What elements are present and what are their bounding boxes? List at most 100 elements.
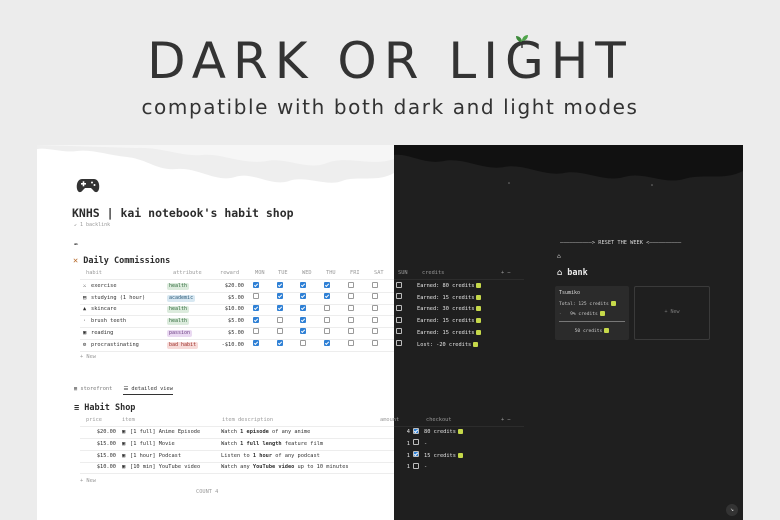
habit-name[interactable]: procrastinating [91, 340, 139, 351]
reward-value: $20.00 [224, 283, 244, 289]
day-checkbox[interactable] [396, 281, 402, 288]
day-checkbox[interactable] [277, 293, 283, 300]
help-icon[interactable]: ↘ [726, 504, 738, 516]
backlink-link[interactable]: ↙ 1 backlink [74, 222, 110, 228]
tab-storefront[interactable]: ▦ storefront [74, 386, 112, 392]
day-checkbox[interactable] [348, 304, 354, 311]
col-attribute[interactable]: attribute [173, 268, 202, 279]
day-checkbox[interactable] [277, 304, 283, 311]
day-checkbox[interactable] [324, 316, 330, 323]
pushpin-icon: ✒ [74, 240, 79, 248]
day-checkbox[interactable] [300, 304, 306, 311]
shop-add-column-button[interactable]: + ⋯ [501, 415, 511, 426]
checkout-value: - [424, 464, 428, 471]
day-checkbox[interactable] [396, 340, 402, 346]
col-reward[interactable]: reward [220, 268, 239, 279]
attribute-tag: passion [167, 329, 193, 337]
habit-name[interactable]: skincare [91, 304, 117, 315]
day-checkbox[interactable] [372, 340, 378, 346]
habit-name[interactable]: reading [91, 328, 113, 339]
day-checkbox[interactable] [324, 281, 330, 288]
item-price: $15.00 [96, 452, 116, 459]
day-checkbox[interactable] [372, 316, 378, 323]
item-name[interactable]: [1 hour] Podcast [130, 451, 181, 462]
day-checkbox[interactable] [324, 340, 330, 346]
col-mon[interactable]: MON [255, 268, 265, 279]
item-name[interactable]: [1 full] Movie [130, 439, 175, 450]
credits-earned: Earned: 15 credits [417, 316, 482, 327]
checkout-value: 15 credits [424, 451, 463, 462]
bank-card-total: Total: 125 credits [559, 301, 616, 307]
day-checkbox[interactable] [372, 328, 378, 335]
bank-new-card-button[interactable]: + New [634, 286, 710, 340]
coin-icon [476, 318, 482, 324]
day-checkbox[interactable] [348, 316, 354, 323]
col-tue[interactable]: TUE [278, 268, 288, 279]
col-thu[interactable]: THU [326, 268, 336, 279]
col-item-description[interactable]: item description [222, 415, 273, 426]
item-icon: ▣ [122, 440, 126, 447]
col-sun[interactable]: SUN [398, 268, 408, 279]
item-amount[interactable]: 4 [396, 427, 410, 438]
day-checkbox[interactable] [300, 316, 306, 323]
day-checkbox[interactable] [253, 328, 259, 335]
col-checkout[interactable]: checkout [426, 415, 452, 426]
tab-detailed-view[interactable]: ☰ detailed view [123, 386, 173, 395]
checkout-checkbox[interactable] [413, 439, 419, 446]
day-checkbox[interactable] [253, 316, 259, 323]
col-wed[interactable]: WED [302, 268, 312, 279]
day-checkbox[interactable] [300, 293, 306, 300]
coin-icon [457, 429, 463, 434]
col-credits[interactable]: credits [422, 268, 444, 279]
day-checkbox[interactable] [300, 281, 306, 288]
col-amount[interactable]: amount [380, 415, 399, 426]
day-checkbox[interactable] [348, 293, 354, 300]
day-checkbox[interactable] [277, 281, 283, 288]
day-checkbox[interactable] [372, 281, 378, 288]
day-checkbox[interactable] [348, 328, 354, 335]
item-amount[interactable]: 1 [396, 451, 410, 462]
credits-earned: Lost: -20 credits [417, 340, 479, 351]
day-checkbox[interactable] [348, 340, 354, 346]
checkout-checkbox[interactable] [413, 451, 419, 458]
coin-icon [604, 328, 610, 333]
day-checkbox[interactable] [277, 340, 283, 346]
bank-card[interactable]: Tsumiko Total: 125 credits - 9% credits … [555, 286, 629, 340]
day-checkbox[interactable] [253, 293, 259, 300]
day-checkbox[interactable] [372, 304, 378, 311]
add-column-button[interactable]: + ⋯ [501, 268, 511, 279]
day-checkbox[interactable] [348, 281, 354, 288]
day-checkbox[interactable] [277, 316, 283, 323]
day-checkbox[interactable] [396, 328, 402, 335]
day-checkbox[interactable] [253, 304, 259, 311]
checkout-checkbox[interactable] [413, 427, 419, 434]
day-checkbox[interactable] [396, 293, 402, 300]
habit-name[interactable]: studying (1 hour) [91, 293, 145, 304]
day-checkbox[interactable] [300, 328, 306, 335]
day-checkbox[interactable] [372, 293, 378, 300]
col-fri[interactable]: FRI [350, 268, 360, 279]
habit-name[interactable]: brush teeth [91, 316, 126, 327]
day-checkbox[interactable] [253, 340, 259, 346]
day-checkbox[interactable] [324, 304, 330, 311]
day-checkbox[interactable] [396, 316, 402, 323]
day-checkbox[interactable] [324, 328, 330, 335]
item-amount[interactable]: 1 [396, 439, 410, 450]
habit-name[interactable]: exercise [91, 281, 117, 292]
day-checkbox[interactable] [324, 293, 330, 300]
day-checkbox[interactable] [396, 304, 402, 311]
col-price[interactable]: price [86, 415, 102, 426]
day-checkbox[interactable] [253, 281, 259, 288]
col-habit[interactable]: habit [86, 268, 102, 279]
item-name[interactable]: [10 min] YouTube video [130, 462, 200, 473]
day-checkbox[interactable] [300, 340, 306, 346]
checkout-checkbox[interactable] [413, 462, 419, 469]
day-checkbox[interactable] [277, 328, 283, 335]
bank-card-divider [559, 321, 625, 322]
item-name[interactable]: [1 full] Anime Episode [130, 427, 200, 438]
col-item[interactable]: item [122, 415, 135, 426]
reward-value: -$10.00 [221, 341, 244, 348]
reset-week-button[interactable]: ——————————> RESET THE WEEK <—————————— [560, 240, 681, 246]
col-sat[interactable]: SAT [374, 268, 384, 279]
item-amount[interactable]: 1 [396, 462, 410, 473]
